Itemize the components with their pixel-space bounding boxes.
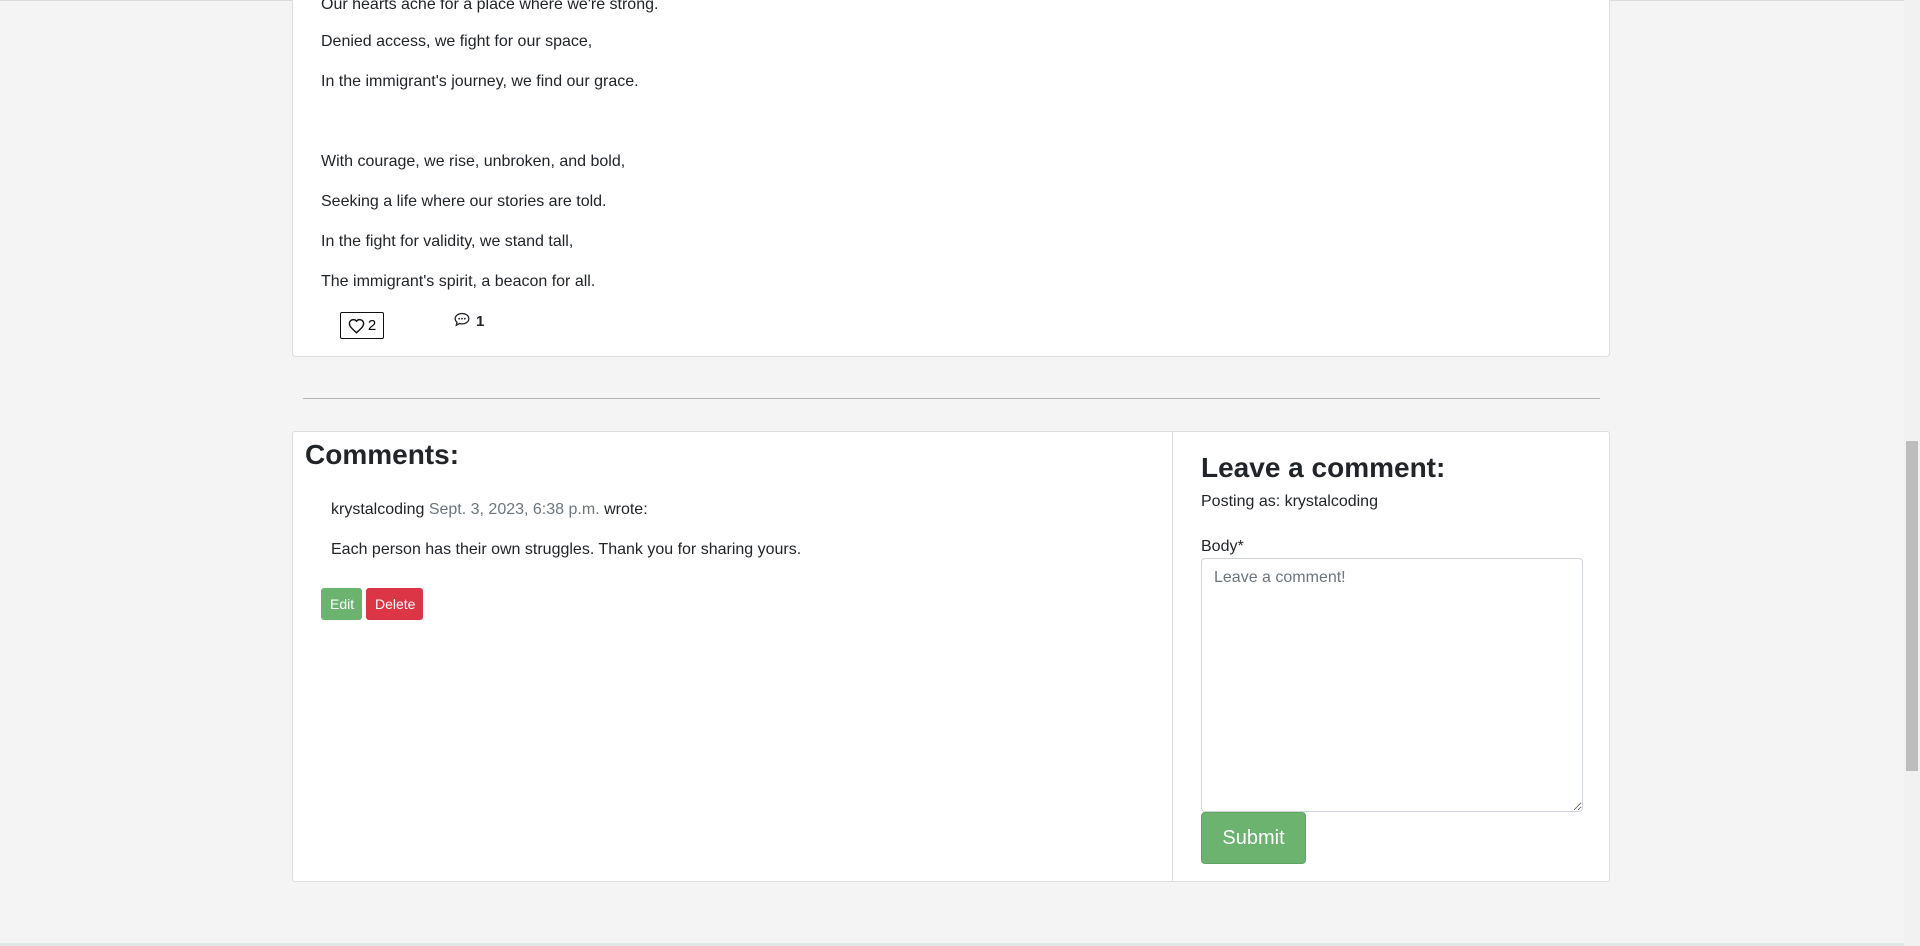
- edit-comment-button[interactable]: Edit: [321, 588, 362, 620]
- comments-count: 1: [476, 313, 485, 330]
- poem-line: Seeking a life where our stories are tol…: [321, 193, 607, 210]
- comment-body-input[interactable]: [1201, 558, 1583, 812]
- poem-line: In the fight for validity, we stand tall…: [321, 233, 574, 250]
- comments-count-indicator: 1: [454, 312, 484, 331]
- comment-meta: krystalcoding Sept. 3, 2023, 6:38 p.m. w…: [331, 500, 648, 520]
- speech-bubble-icon: [454, 312, 470, 331]
- submit-button[interactable]: Submit: [1201, 812, 1306, 864]
- poem-line: With courage, we rise, unbroken, and bol…: [321, 153, 626, 170]
- comment-wrote: wrote:: [604, 501, 648, 518]
- comment-date: Sept. 3, 2023, 6:38 p.m.: [428, 501, 600, 518]
- comment-body: Each person has their own struggles. Tha…: [331, 541, 802, 558]
- poem-line: Our hearts ache for a place where we're …: [321, 0, 659, 13]
- page: Our hearts ache for a place where we're …: [0, 0, 1920, 946]
- delete-comment-button[interactable]: Delete: [366, 588, 423, 620]
- poem-line: Denied access, we fight for our space,: [321, 33, 593, 50]
- posting-as: Posting as: krystalcoding: [1201, 493, 1378, 510]
- heart-outline-icon: [348, 318, 365, 334]
- page-scrollbar[interactable]: [1904, 0, 1920, 946]
- comments-panel: Comments: krystalcoding Sept. 3, 2023, 6…: [292, 431, 1173, 882]
- comments-title: Comments:: [305, 439, 460, 470]
- leave-comment-title: Leave a comment:: [1201, 452, 1446, 483]
- leave-comment-panel: Leave a comment: Posting as: krystalcodi…: [1172, 431, 1610, 882]
- section-divider: [303, 398, 1600, 399]
- likes-count: 2: [367, 317, 377, 334]
- scrollbar-thumb[interactable]: [1906, 441, 1918, 771]
- comment-author: krystalcoding: [331, 501, 425, 518]
- body-label: Body*: [1201, 538, 1244, 555]
- post-card: Our hearts ache for a place where we're …: [292, 0, 1610, 357]
- poem-line: The immigrant's spirit, a beacon for all…: [321, 273, 596, 290]
- like-button[interactable]: 2: [340, 312, 384, 339]
- poem-line: In the immigrant's journey, we find our …: [321, 73, 639, 90]
